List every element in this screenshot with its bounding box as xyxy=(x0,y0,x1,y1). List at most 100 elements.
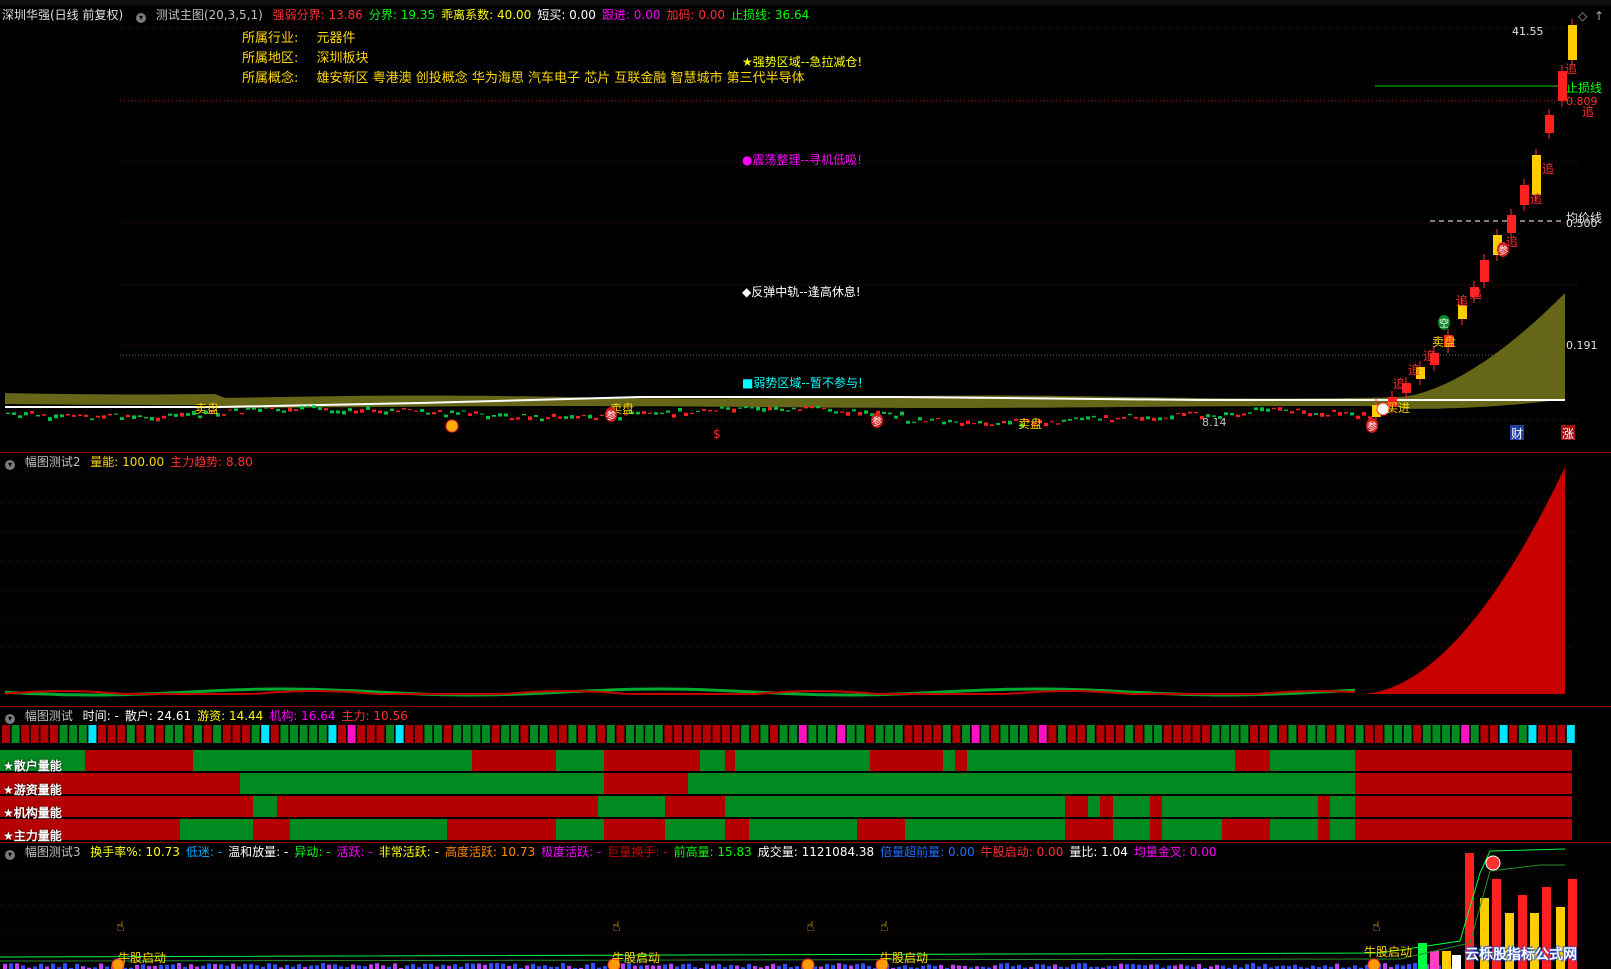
candle xyxy=(900,411,904,416)
volume-bar xyxy=(1281,965,1285,969)
settings-circle-icon[interactable]: ▾ xyxy=(5,460,15,470)
energy-segment xyxy=(943,750,955,771)
candle xyxy=(36,414,40,417)
candle xyxy=(84,414,88,417)
candle xyxy=(378,410,382,414)
candle xyxy=(342,410,346,415)
energy-square xyxy=(117,725,126,743)
energy-square xyxy=(1394,725,1402,743)
volume-bar xyxy=(747,964,751,969)
candle xyxy=(468,413,472,416)
settings-circle-icon[interactable]: ▾ xyxy=(5,850,15,860)
candle xyxy=(1122,416,1126,419)
volume-bar xyxy=(9,963,13,969)
sub-chart-2-title[interactable]: 幅图测试2 xyxy=(25,455,81,469)
energy-square xyxy=(59,725,68,743)
energy-square xyxy=(1000,725,1009,743)
volume-bar xyxy=(855,964,859,969)
candle xyxy=(444,414,448,418)
candle xyxy=(1008,420,1012,425)
candle xyxy=(906,420,910,424)
sub-chart-3[interactable]: ▾ 幅图测试 时间: - 散户: 24.61 游资: 14.44 机构: 16.64 主… xyxy=(0,707,1611,842)
volume-bar xyxy=(201,965,205,969)
candle xyxy=(1128,413,1132,416)
energy-segment xyxy=(1318,819,1330,840)
volume-bar xyxy=(1167,965,1171,969)
settings-circle-icon[interactable]: ▾ xyxy=(136,13,147,23)
volume-bar xyxy=(99,963,103,969)
stock-name[interactable]: 深圳华强(日线 前复权) xyxy=(2,8,123,22)
volume-bar xyxy=(309,965,313,969)
energy-segment xyxy=(725,819,749,840)
candle xyxy=(996,423,1000,425)
candle xyxy=(282,410,286,413)
p4-param-5: 非常活跃: - xyxy=(378,845,439,859)
energy-segment xyxy=(749,819,857,840)
energy-square xyxy=(453,725,462,743)
turnover-bar xyxy=(1430,951,1439,969)
volume-bar xyxy=(3,963,7,969)
energy-square xyxy=(1451,725,1460,743)
diamond-icon[interactable]: ◇ xyxy=(1578,9,1587,23)
energy-square xyxy=(827,725,836,743)
signal-circle xyxy=(445,419,459,433)
candle xyxy=(108,413,112,416)
candle xyxy=(804,406,808,409)
volume-bar xyxy=(561,963,565,969)
candle xyxy=(1158,417,1162,421)
candle xyxy=(516,417,520,420)
candle xyxy=(396,410,400,413)
sub-chart-3-title[interactable]: 幅图测试 xyxy=(25,709,73,723)
volume-bar xyxy=(285,964,289,969)
candle xyxy=(1254,407,1258,411)
energy-square xyxy=(635,725,644,743)
volume-bar xyxy=(21,965,25,969)
candle xyxy=(312,405,316,409)
energy-square xyxy=(693,725,702,743)
energy-square xyxy=(1106,725,1114,743)
candle xyxy=(150,416,154,421)
candle xyxy=(228,409,232,411)
sub-chart-4-title[interactable]: 幅图测试3 xyxy=(25,845,81,859)
candle xyxy=(948,419,952,423)
main-indicator-name[interactable]: 测试主图(20,3,5,1) xyxy=(156,8,263,22)
chase-signal-4: 追 xyxy=(1530,192,1543,206)
volume-bar xyxy=(423,963,427,969)
energy-square xyxy=(952,725,961,743)
arrow-icon[interactable]: ↑ xyxy=(1594,9,1604,23)
energy-square xyxy=(539,725,548,743)
energy-segment xyxy=(604,819,665,840)
energy-square xyxy=(578,725,586,743)
energy-segment xyxy=(556,819,604,840)
volume-bar xyxy=(1005,963,1009,969)
sub-chart-4[interactable]: ☝ ☝ ☝ ☝ ☝ ▾ 幅图测试3 换手率%: 10.73 低迷: - 温和放量: - 异动:… xyxy=(0,843,1611,969)
candle xyxy=(1110,420,1114,423)
main-force-energy-row-label: ★主力量能 xyxy=(3,829,62,842)
sell-signal-4: 卖盘 xyxy=(1432,335,1457,349)
sub-chart-2[interactable]: ▾ 幅图测试2 量能: 100.00 主力趋势: 8.80 xyxy=(0,453,1611,706)
energy-square xyxy=(213,725,222,743)
settings-circle-icon[interactable]: ▾ xyxy=(5,714,15,724)
energy-segment xyxy=(598,796,665,817)
main-chart-panel[interactable]: 深圳华强(日线 前复权) ▾ 测试主图(20,3,5,1) 强弱分界: 13.8… xyxy=(0,5,1611,440)
region-value: 深圳板块 xyxy=(316,51,369,66)
candle xyxy=(540,418,544,422)
energy-square xyxy=(510,725,519,743)
volume-bar xyxy=(843,964,847,969)
candle xyxy=(600,414,604,416)
candle xyxy=(1086,416,1090,420)
candle xyxy=(1230,413,1234,416)
candle xyxy=(1050,421,1054,423)
energy-segment xyxy=(1100,796,1113,817)
candle xyxy=(120,417,124,420)
energy-square xyxy=(520,725,529,743)
energy-square xyxy=(894,725,903,743)
energy-square xyxy=(222,725,231,743)
energy-square xyxy=(1384,725,1393,743)
volume-bar xyxy=(63,963,67,969)
energy-square xyxy=(242,725,250,743)
turnover-bar xyxy=(1442,951,1451,969)
energy-square xyxy=(318,725,327,743)
main-force-area xyxy=(1360,467,1565,694)
energy-square xyxy=(597,725,606,743)
